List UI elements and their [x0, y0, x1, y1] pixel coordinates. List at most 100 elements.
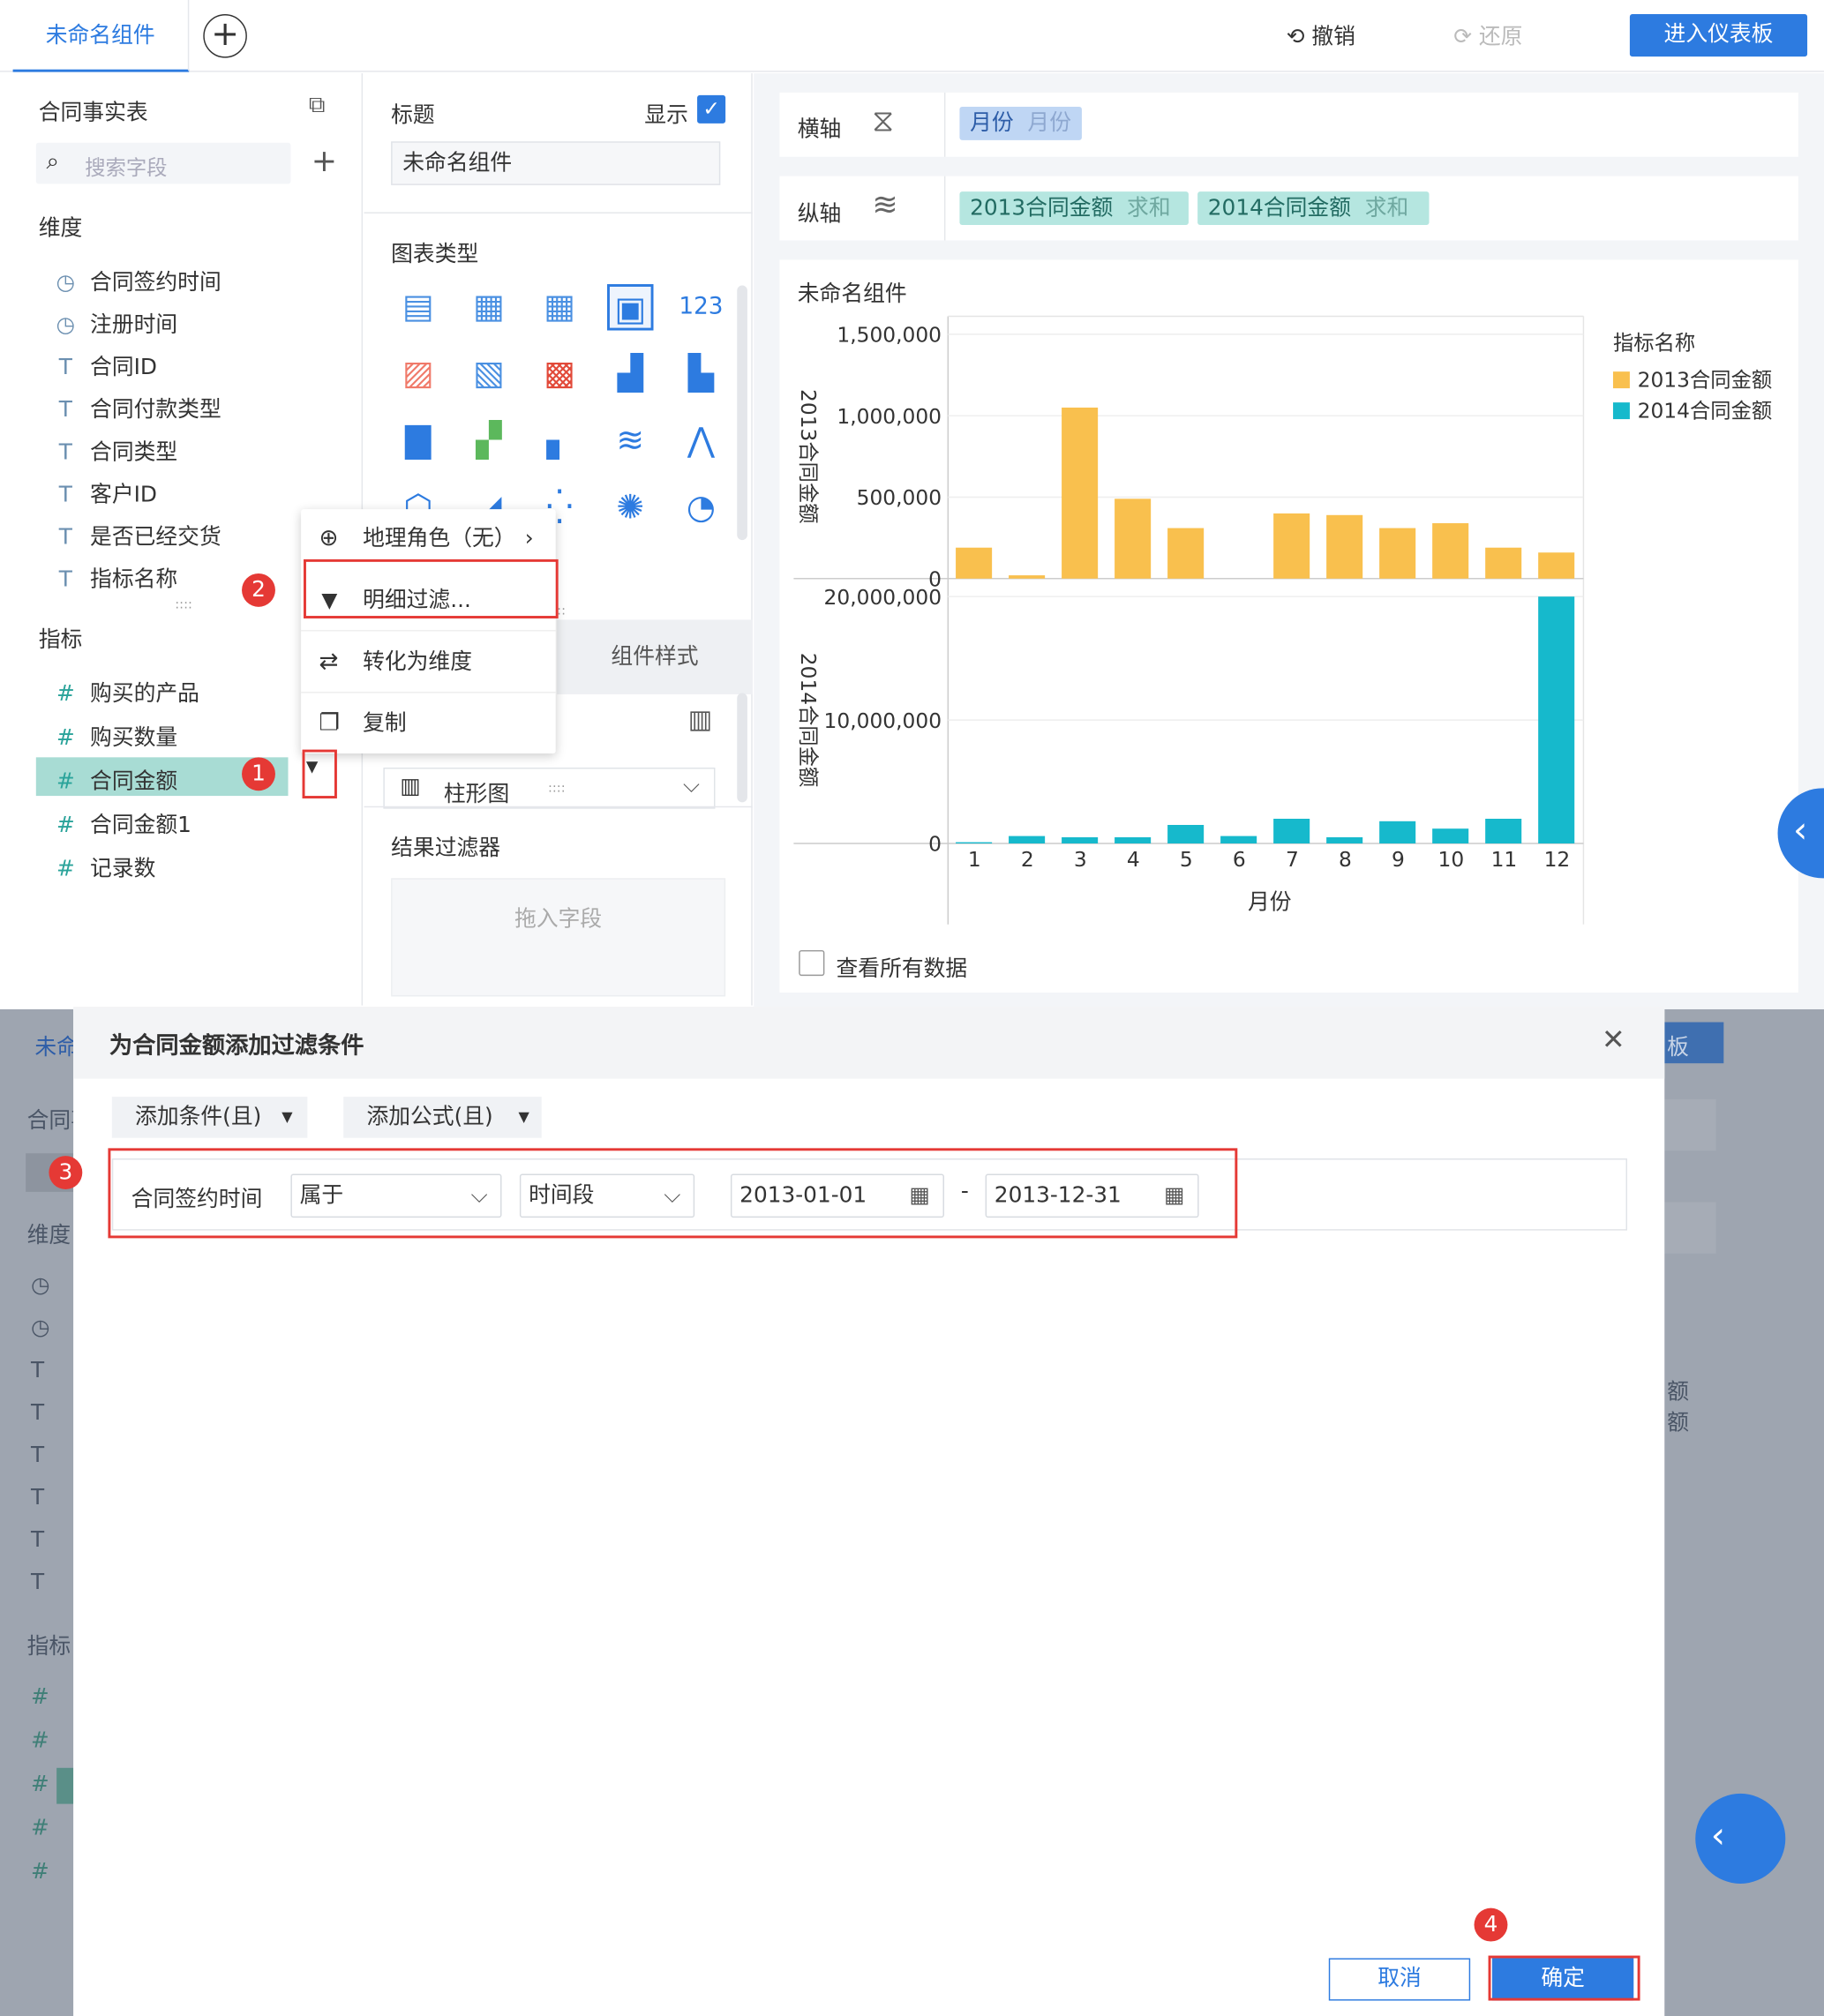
dimmed-field-icon: # [30, 1684, 49, 1711]
enter-dashboard-button[interactable]: 进入仪表板 [1629, 14, 1808, 57]
y-axis-pill-1[interactable]: 2013合同金额 求和 [959, 191, 1189, 226]
dimension-label: 合同付款类型 [90, 397, 221, 423]
chart-type-icon[interactable]: 123 [678, 284, 724, 330]
chevron-left-icon: ‹ [1710, 1814, 1726, 1857]
drop-zone[interactable]: 拖入字段 [391, 878, 726, 997]
tab-component[interactable]: 未命名组件 [12, 0, 190, 72]
search-input[interactable]: ⌕ 搜索字段 [35, 142, 291, 184]
chart-type-select[interactable]: ▥ 柱形图 :::: ⌵ [383, 768, 716, 809]
resize-handle[interactable]: :: [557, 604, 566, 618]
dimmed-field-icon: # [30, 1815, 49, 1841]
dimension-label: 指标名称 [90, 566, 178, 593]
chart-type-icon[interactable]: ▖ [537, 418, 582, 464]
dimension-item[interactable]: T 合同付款类型 [51, 391, 221, 423]
resize-handle[interactable]: :::: [175, 598, 192, 612]
dimmed-field-icon: # [30, 1772, 49, 1798]
bar [1432, 828, 1469, 843]
chart-type-icon[interactable]: ▤ [395, 284, 441, 330]
chevron-left-icon: ‹ [1793, 808, 1808, 851]
metric-item[interactable]: # 合同金额 [51, 762, 177, 794]
metric-item[interactable]: # 记录数 [51, 850, 155, 882]
chart-type-icon[interactable]: ▦ [466, 284, 512, 330]
dimension-item[interactable]: T 合同ID [51, 348, 157, 380]
dialog-header: 为合同金额添加过滤条件 ✕ [73, 1007, 1665, 1079]
x-axis-shelf[interactable]: 横轴 ⧖ 月份 月份 [779, 92, 1798, 157]
bar [1379, 528, 1416, 579]
top-bar: 未命名组件 + ⟲ 撤销 ⟳ 还原 进入仪表板 [0, 0, 1824, 72]
metric-label: 购买数量 [90, 724, 178, 752]
text-icon: T [58, 524, 72, 551]
clock-icon: ◷ [56, 270, 76, 296]
metric-item[interactable]: # 合同金额1 [51, 806, 191, 838]
view-all-checkbox[interactable] [799, 949, 825, 977]
scrollbar[interactable] [737, 693, 747, 803]
bar [1538, 596, 1575, 843]
chart-type-icon[interactable]: ▟ [607, 351, 653, 397]
redo-button[interactable]: ⟳ 还原 [1453, 18, 1522, 50]
x-tick-label: 4 [1127, 848, 1140, 872]
highlight-box [108, 1148, 1238, 1239]
chart-type-icon[interactable]: ▞ [466, 418, 512, 464]
bar [1167, 825, 1205, 843]
title-label: 标题 [391, 102, 435, 129]
text-icon: T [58, 482, 72, 508]
dimension-label: 合同签约时间 [90, 270, 221, 296]
switch-table-icon[interactable]: ⧉ [309, 91, 326, 118]
step-badge: 1 [242, 757, 275, 791]
undo-button[interactable]: ⟲ 撤销 [1287, 18, 1355, 50]
close-icon[interactable]: ✕ [1602, 1024, 1625, 1056]
dimmed-field-icon: ◷ [30, 1272, 50, 1299]
add-condition-button[interactable]: 添加条件(且) ▼ [111, 1097, 308, 1138]
axis-setting-icon[interactable]: ≋ [872, 186, 897, 222]
chart-type-icon[interactable]: ≋ [607, 418, 653, 464]
scrollbar[interactable] [737, 285, 747, 541]
dimension-item[interactable]: T 指标名称 [51, 560, 178, 593]
add-formula-button[interactable]: 添加公式(且) ▼ [343, 1097, 542, 1138]
y-axis-pill-2[interactable]: 2014合同金额 求和 [1197, 191, 1430, 226]
chart-type-icon[interactable]: ▦ [537, 284, 582, 330]
search-icon: ⌕ [46, 147, 60, 176]
add-tab-button[interactable]: + [203, 14, 247, 58]
metric-title: 指标 [38, 627, 83, 654]
bar-chart-icon[interactable]: ▥ [688, 703, 713, 734]
y-axis-shelf[interactable]: 纵轴 ≋ 2013合同金额 求和 2014合同金额 求和 [779, 176, 1798, 241]
show-label: 显示 [644, 102, 688, 129]
tab-component-style[interactable]: 组件样式 [557, 619, 753, 694]
chart-type-icon[interactable]: ▙ [678, 351, 724, 397]
bar-chart: 1,500,000 1,000,000 500,000 0 2013合同金额 20,000… [793, 315, 1772, 925]
dimension-item[interactable]: T 客户ID [51, 476, 157, 507]
chart-type-icon[interactable]: ▇ [395, 418, 441, 464]
dimmed-field-icon: T [30, 1570, 45, 1596]
divider [301, 630, 556, 632]
dimmed-field-icon: T [30, 1443, 45, 1469]
dimension-item[interactable]: ◷ 注册时间 [51, 306, 178, 338]
chart-type-icon[interactable]: ⋀ [678, 418, 724, 464]
show-checkbox[interactable]: ✓ [697, 94, 726, 124]
filter-dialog: 为合同金额添加过滤条件 ✕ 添加条件(且) ▼ 添加公式(且) ▼ 合同签约时间 属… [73, 1007, 1665, 2016]
divider [301, 692, 556, 693]
x-tick-label: 1 [968, 848, 981, 872]
chart-type-icon[interactable]: ▣ [607, 284, 654, 331]
dimension-item[interactable]: ◷ 合同签约时间 [51, 264, 221, 296]
chart-type-icon[interactable]: ✺ [607, 484, 653, 530]
chart-type-icon[interactable]: ▧ [466, 351, 512, 397]
dimension-item[interactable]: T 合同类型 [51, 433, 177, 465]
menu-item-convert-dimension[interactable]: ⇄ 转化为维度 [301, 633, 556, 692]
chart-type-icon[interactable]: ▨ [395, 351, 441, 397]
bar [1062, 836, 1099, 843]
chart-type-icon[interactable]: ◔ [678, 484, 724, 530]
x-axis-pill[interactable]: 月份 月份 [959, 106, 1082, 140]
menu-item-copy[interactable]: ❐ 复制 [301, 694, 556, 753]
dialog-title: 为合同金额添加过滤条件 [109, 1032, 364, 1060]
title-input[interactable]: 未命名组件 [391, 141, 721, 185]
metric-item[interactable]: # 购买数量 [51, 719, 177, 751]
dimmed-field-icon: # [30, 1727, 49, 1754]
axis-setting-icon[interactable]: ⧖ [872, 103, 894, 139]
chart-type-icon[interactable]: ▩ [537, 351, 582, 397]
dimension-item[interactable]: T 是否已经交货 [51, 518, 221, 551]
redo-icon: ⟳ [1453, 24, 1472, 50]
add-field-button[interactable]: + [312, 143, 337, 179]
metric-item[interactable]: # 购买的产品 [51, 675, 199, 707]
highlight-box [304, 558, 559, 618]
cancel-button[interactable]: 取消 [1328, 1958, 1471, 2001]
